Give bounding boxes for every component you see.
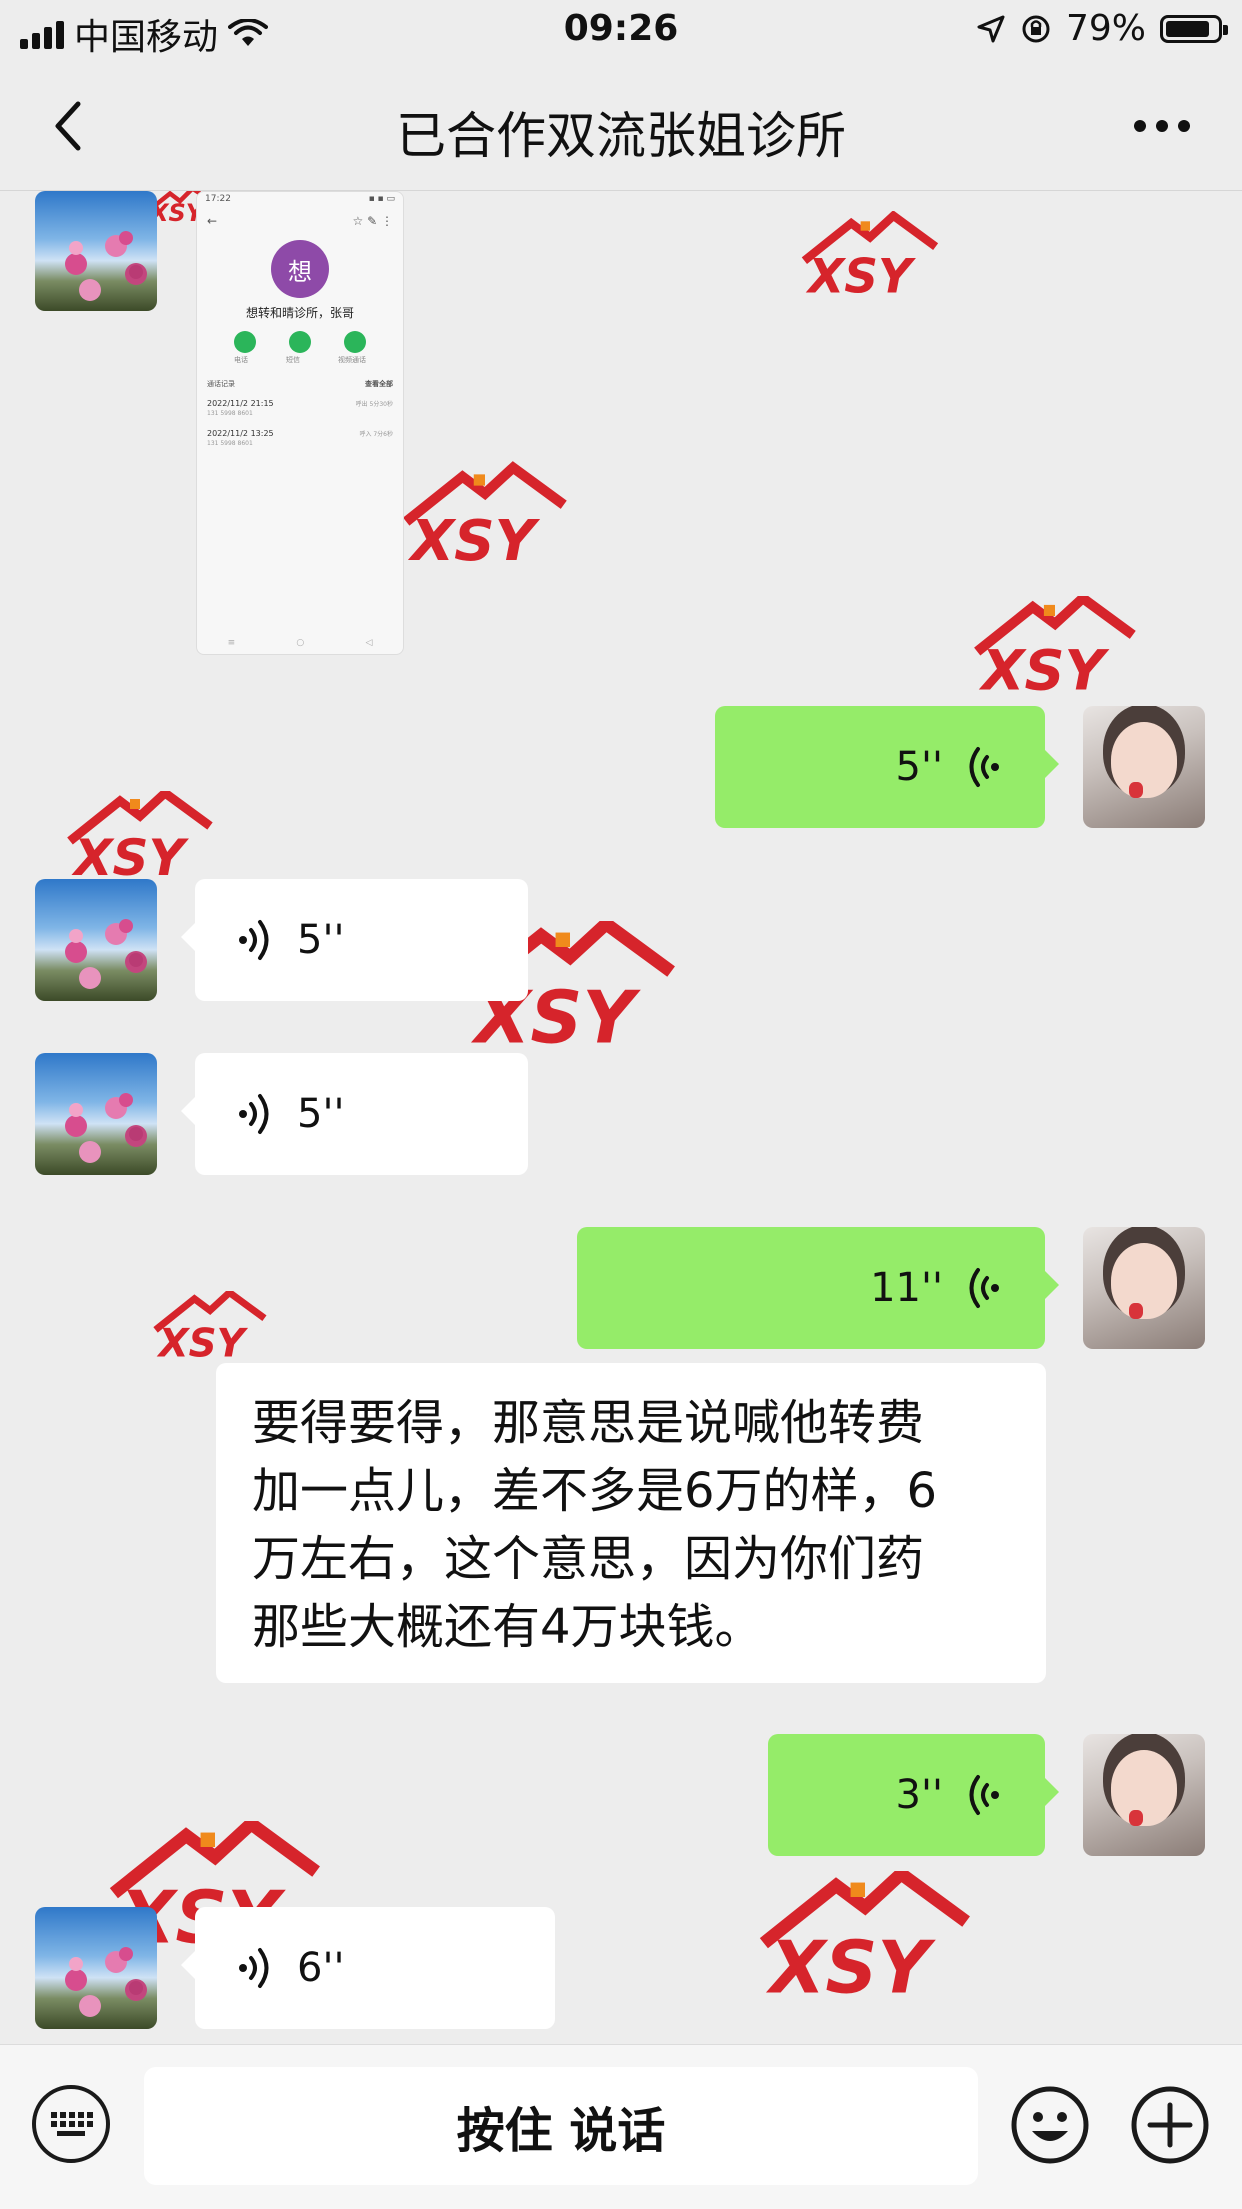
- image-call-row: 2022/11/2 21:15 131 5998 8601 呼出 5分30秒: [197, 393, 403, 423]
- contact-avatar[interactable]: [35, 1053, 157, 1175]
- image-contact-name: 想转和晴诊所，张哥: [245, 306, 354, 320]
- call-number: 131 5998 8601: [207, 440, 253, 447]
- voice-wave-icon: [239, 1094, 269, 1134]
- call-detail: 呼入 7分6秒: [359, 431, 393, 438]
- svg-text:XSY: XSY: [805, 250, 916, 301]
- emoji-icon[interactable]: [1010, 2085, 1090, 2165]
- voice-message-in[interactable]: 5'': [181, 1053, 528, 1175]
- voice-message-out[interactable]: 3'': [768, 1734, 1059, 1856]
- transcript-line: 加一点儿，差不多是6万的样，6: [252, 1463, 938, 1519]
- xsy-watermark-logo: XSY: [801, 211, 939, 301]
- svg-text:XSY: XSY: [408, 509, 541, 571]
- svg-text:XSY: XSY: [766, 1926, 937, 2001]
- phone-icon: [233, 331, 256, 353]
- xsy-watermark-logo: XSY: [403, 461, 567, 571]
- status-bar: 中国移动 09:26 79%: [0, 0, 1242, 62]
- svg-text:XSY: XSY: [979, 638, 1110, 696]
- battery-icon: [1160, 14, 1228, 43]
- image-actions-icon: ☆ ✎ ⋮: [352, 214, 393, 228]
- call-date: 2022/11/2 21:15: [207, 399, 274, 408]
- hold-to-talk-button[interactable]: 按住 说话: [144, 2067, 978, 2185]
- transcript-line: 那些大概还有4万块钱。: [252, 1599, 763, 1655]
- transcript-line: 要得要得，那意思是说喊他转费: [252, 1395, 925, 1451]
- more-dots-icon[interactable]: [1134, 120, 1190, 132]
- xsy-watermark-logo: XSY: [153, 1291, 267, 1361]
- contact-avatar[interactable]: [35, 191, 157, 311]
- voice-message-in[interactable]: 6'': [181, 1907, 555, 2029]
- voice-message-out[interactable]: 11'': [577, 1227, 1059, 1349]
- svg-text:XSY: XSY: [157, 1321, 249, 1361]
- plus-icon[interactable]: [1130, 2085, 1210, 2165]
- call-detail: 呼出 5分30秒: [355, 401, 393, 408]
- my-avatar[interactable]: [1083, 1734, 1205, 1856]
- image-time: 17:22: [205, 194, 231, 204]
- voice-message-in[interactable]: 5'': [181, 879, 528, 1001]
- image-action-label: 电话: [234, 356, 248, 364]
- image-message[interactable]: 17:22 ▪ ▪ ▭ ← ☆ ✎ ⋮ 想 想转和晴诊所，张哥 电话 短信 视频通话…: [196, 191, 404, 655]
- voice-duration: 5'': [297, 917, 345, 963]
- xsy-watermark-logo: XSY: [759, 1871, 970, 2001]
- input-bar: 按住 说话: [0, 2044, 1242, 2209]
- voice-duration: 5'': [895, 744, 943, 790]
- image-call-row: 2022/11/2 13:25 131 5998 8601 呼入 7分6秒: [197, 423, 403, 453]
- chat-header: 已合作双流张姐诊所: [0, 62, 1242, 191]
- voice-duration: 6'': [297, 1945, 345, 1991]
- voice-wave-icon: [969, 747, 999, 787]
- image-action-label: 短信: [286, 356, 300, 364]
- battery-percent: 79%: [1065, 8, 1146, 49]
- video-icon: [344, 331, 367, 353]
- image-section-link: 查看全部: [365, 380, 393, 388]
- xsy-watermark-logo: XSY: [67, 791, 213, 881]
- image-back-icon: ←: [207, 214, 218, 228]
- xsy-watermark-logo: XSY: [974, 596, 1136, 696]
- chat-title: 已合作双流张姐诊所: [396, 107, 846, 165]
- sms-icon: [288, 331, 311, 353]
- voice-wave-icon: [969, 1268, 999, 1308]
- rotation-lock-icon: [1022, 15, 1050, 42]
- svg-text:XSY: XSY: [71, 829, 190, 881]
- transcript-line: 万左右，这个意思，因为你们药: [252, 1531, 925, 1587]
- voice-duration: 3'': [895, 1772, 943, 1818]
- voice-wave-icon: [969, 1775, 999, 1815]
- message-list[interactable]: XSY XSY XSY XSY XSY XSY XSY XSY XSY 17:2…: [0, 191, 1242, 2044]
- voice-duration: 11'': [870, 1265, 943, 1311]
- contact-avatar[interactable]: [35, 1907, 157, 2029]
- call-date: 2022/11/2 13:25: [207, 429, 274, 438]
- image-nav-bar: ≡ ○ ◁: [227, 638, 373, 648]
- image-contact-avatar: 想: [271, 240, 329, 298]
- my-avatar[interactable]: [1083, 706, 1205, 828]
- my-avatar[interactable]: [1083, 1227, 1205, 1349]
- voice-wave-icon: [239, 920, 269, 960]
- image-action-label: 视频通话: [338, 356, 366, 364]
- voice-duration: 5'': [297, 1091, 345, 1137]
- keyboard-icon[interactable]: [32, 2085, 110, 2163]
- voice-wave-icon: [239, 1948, 269, 1988]
- voice-transcript-text[interactable]: 要得要得，那意思是说喊他转费 加一点儿，差不多是6万的样，6 万左右，这个意思，…: [216, 1363, 1046, 1683]
- call-number: 131 5998 8601: [207, 410, 253, 417]
- image-section-title: 通话记录: [207, 380, 235, 388]
- contact-avatar[interactable]: [35, 879, 157, 1001]
- location-arrow-icon: [977, 15, 1005, 42]
- voice-message-out[interactable]: 5'': [715, 706, 1059, 828]
